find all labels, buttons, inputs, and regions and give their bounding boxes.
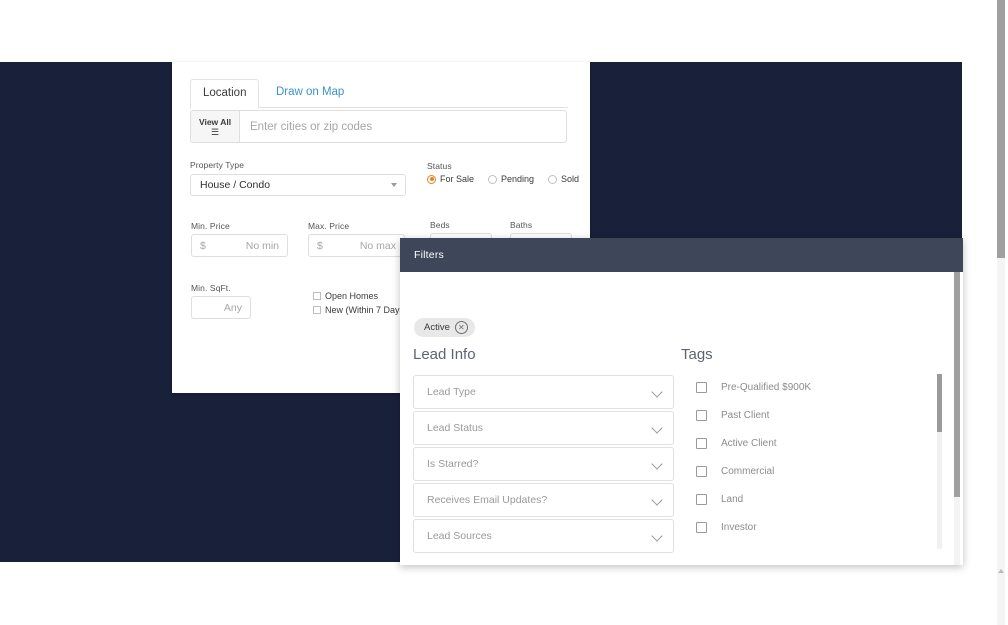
view-all-label: View All <box>198 116 232 127</box>
status-option-for-sale[interactable]: For Sale <box>427 174 474 184</box>
beds-label: Beds <box>430 220 450 230</box>
tab-location[interactable]: Location <box>190 79 260 109</box>
tag-checkbox-row[interactable]: Investor <box>696 522 757 533</box>
min-price-placeholder: No min <box>245 239 279 252</box>
scroll-down-arrow-icon[interactable] <box>998 569 1004 573</box>
page-scrollbar-thumb[interactable] <box>997 0 1005 258</box>
filters-modal-scrollbar[interactable] <box>954 272 960 565</box>
tag-label: Investor <box>721 522 757 533</box>
tag-checkbox-row[interactable]: Past Client <box>696 410 769 421</box>
max-price-input[interactable]: $ No max <box>308 234 405 257</box>
min-price-prefix: $ <box>200 239 206 252</box>
checkbox-icon-commercial <box>696 466 707 477</box>
status-label: Status <box>427 161 452 171</box>
filters-modal-scrollbar-thumb[interactable] <box>954 272 960 497</box>
property-type-select[interactable]: House / Condo <box>190 174 406 196</box>
active-filter-chip-label: Active <box>424 322 450 333</box>
baths-label: Baths <box>510 220 533 230</box>
chevron-down-icon <box>651 422 663 434</box>
is-starred-label: Is Starred? <box>427 458 479 470</box>
open-homes-checkbox-row[interactable]: Open Homes <box>313 291 378 301</box>
lead-info-heading: Lead Info <box>413 346 476 363</box>
tag-label: Past Client <box>721 410 770 421</box>
list-icon: ☰ <box>210 126 220 137</box>
tag-label: Commercial <box>721 466 775 477</box>
active-filter-chip[interactable]: Active ✕ <box>414 318 475 337</box>
radio-icon-sold <box>548 174 558 184</box>
status-label-sold: Sold <box>561 174 580 184</box>
radio-icon-pending <box>488 174 498 184</box>
max-price-prefix: $ <box>317 239 323 252</box>
new-within-7-days-label: New (Within 7 Days) <box>325 305 408 315</box>
min-sqft-input[interactable]: Any <box>191 296 251 319</box>
chevron-down-icon <box>651 530 663 542</box>
lead-status-dropdown[interactable]: Lead Status <box>413 411 674 445</box>
checkbox-icon-pre-qualified <box>696 382 707 393</box>
lead-type-label: Lead Type <box>427 386 476 398</box>
tag-label: Pre-Qualified $900K <box>721 382 812 393</box>
max-price-placeholder: No max <box>359 239 396 252</box>
chevron-down-icon <box>651 494 663 506</box>
tag-label: Land <box>721 494 744 505</box>
tag-checkbox-row[interactable]: Pre-Qualified $900K <box>696 382 811 393</box>
search-tabs: Location Draw on Map <box>190 78 568 109</box>
view-all-button[interactable]: View All ☰ <box>191 111 240 142</box>
is-starred-dropdown[interactable]: Is Starred? <box>413 447 674 481</box>
filters-modal-body: Active ✕ Lead Info Lead Type Lead Status… <box>400 272 963 565</box>
checkbox-icon-investor <box>696 522 707 533</box>
checkbox-icon-active-client <box>696 438 707 449</box>
property-type-value: House / Condo <box>200 179 271 191</box>
checkbox-icon-new-within-7-days <box>313 306 321 314</box>
chevron-down-icon <box>651 458 663 470</box>
lead-sources-dropdown[interactable]: Lead Sources <box>413 519 674 553</box>
status-radio-group: For Sale Pending Sold <box>427 174 589 184</box>
tag-checkbox-row[interactable]: Commercial <box>696 466 774 477</box>
min-price-input[interactable]: $ No min <box>191 234 288 257</box>
checkbox-icon-open-homes <box>313 292 321 300</box>
status-label-for-sale: For Sale <box>440 174 475 184</box>
chevron-down-icon <box>651 386 663 398</box>
min-price-label: Min. Price <box>191 221 230 231</box>
status-option-pending[interactable]: Pending <box>488 174 534 184</box>
checkbox-icon-land <box>696 494 707 505</box>
tags-list-scrollbar[interactable] <box>937 374 942 549</box>
lead-type-dropdown[interactable]: Lead Type <box>413 375 674 409</box>
filters-modal-title: Filters <box>414 249 444 261</box>
filters-modal-header: Filters <box>400 238 963 272</box>
tags-list-scrollbar-thumb[interactable] <box>937 374 942 432</box>
status-option-sold[interactable]: Sold <box>548 174 579 184</box>
lead-status-label: Lead Status <box>427 422 484 434</box>
location-search-row: View All ☰ <box>190 110 567 143</box>
property-type-label: Property Type <box>190 160 245 170</box>
checkbox-icon-past-client <box>696 410 707 421</box>
tag-label: Active Client <box>721 438 777 449</box>
close-circle-icon[interactable]: ✕ <box>454 321 468 334</box>
max-price-label: Max. Price <box>308 221 350 231</box>
open-homes-label: Open Homes <box>325 291 379 301</box>
receives-email-updates-label: Receives Email Updates? <box>427 494 548 506</box>
page-scrollbar[interactable] <box>994 0 1008 625</box>
tag-checkbox-row[interactable]: Land <box>696 494 743 505</box>
tag-checkbox-row[interactable]: Active Client <box>696 438 777 449</box>
new-within-7-days-checkbox-row[interactable]: New (Within 7 Days) <box>313 305 407 315</box>
status-label-pending: Pending <box>501 174 535 184</box>
location-search-input[interactable] <box>240 111 566 142</box>
radio-icon-for-sale <box>427 174 436 184</box>
min-sqft-placeholder: Any <box>223 301 242 314</box>
receives-email-updates-dropdown[interactable]: Receives Email Updates? <box>413 483 674 517</box>
chevron-down-icon <box>391 183 397 187</box>
tags-heading: Tags <box>681 346 713 363</box>
min-sqft-label: Min. SqFt. <box>191 283 231 293</box>
filters-modal: Filters Active ✕ Lead Info Lead Type Lea… <box>400 238 963 565</box>
lead-sources-label: Lead Sources <box>427 530 492 542</box>
tab-draw-on-map[interactable]: Draw on Map <box>264 79 356 107</box>
